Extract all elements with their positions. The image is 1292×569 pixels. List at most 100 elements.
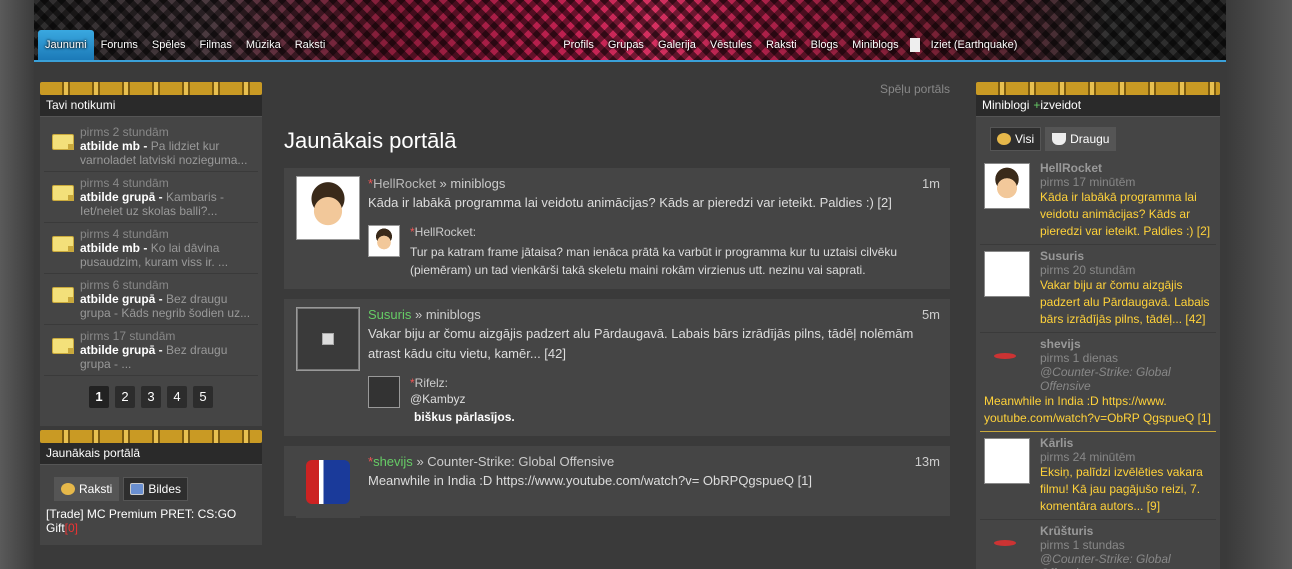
miniblogs-header: Miniblogi +izveidot: [976, 95, 1220, 117]
miniblog-author[interactable]: Susuris: [1040, 249, 1212, 263]
all-icon: [997, 133, 1011, 145]
tab-raksti[interactable]: Raksti: [54, 477, 120, 501]
page-wrapper: Jaunumi Forums Spēles Filmas Mūzika Raks…: [34, 0, 1226, 569]
post-text[interactable]: Meanwhile in India :D https://www.youtub…: [368, 471, 940, 491]
feed-post: Susuris » miniblogs 5m Vakar biju ar čomu…: [284, 299, 950, 436]
post-text[interactable]: Kāda ir labākā programma lai veidotu ani…: [368, 193, 940, 213]
notification-type[interactable]: atbilde grupā -: [80, 343, 163, 357]
miniblog-game[interactable]: @Counter-Strike: Global Offensive: [1040, 365, 1212, 393]
page-2[interactable]: 2: [115, 386, 135, 408]
avatar[interactable]: [984, 163, 1030, 209]
page-3[interactable]: 3: [141, 386, 161, 408]
avatar[interactable]: [984, 251, 1030, 297]
nav-item-raksti-2[interactable]: Raksti: [759, 30, 804, 60]
page-title: Jaunākais portālā: [284, 128, 457, 153]
notification-item[interactable]: pirms 2 stundām atbilde mb - Pa lidziet k…: [44, 121, 258, 172]
miniblog-text[interactable]: Meanwhile in India :D https://www. youtu…: [984, 393, 1212, 427]
miniblog-author[interactable]: HellRocket: [1040, 161, 1212, 175]
miniblogs-list: Visi Draugu HellRocket pirms 17 minūtēm K…: [976, 117, 1220, 569]
reply-text: @Kambyz: [410, 392, 466, 406]
miniblog-time: pirms 20 stundām: [1040, 263, 1136, 277]
nav-item-raksti[interactable]: Raksti: [288, 30, 333, 60]
tab-bildes[interactable]: Bildes: [123, 477, 189, 501]
post-text[interactable]: Vakar biju ar čomu aizgājis padzert alu …: [368, 324, 940, 364]
post-reply: *Rifelz: @Kambyz biškus pārlasījos.: [368, 376, 940, 426]
reply-author[interactable]: HellRocket:: [415, 225, 476, 239]
notification-type[interactable]: atbilde grupā -: [80, 292, 163, 306]
nav-item-jaunumi[interactable]: Jaunumi: [38, 30, 94, 60]
nav-item-logout[interactable]: Iziet (Earthquake): [924, 30, 1025, 60]
miniblog-item[interactable]: Susuris pirms 20 stundām Vakar biju ar čo…: [980, 245, 1216, 333]
post-author[interactable]: HellRocket: [373, 176, 436, 191]
notification-item[interactable]: pirms 6 stundām atbilde grupā - Bez draug…: [44, 274, 258, 325]
nav-item-filmas[interactable]: Filmas: [193, 30, 239, 60]
post-author[interactable]: Susuris: [368, 307, 411, 322]
reply-text: Tur pa katram frame jātaisa? man ienāca …: [410, 245, 898, 277]
nav-item-vestules[interactable]: Vēstules: [703, 30, 759, 60]
nav-item-blogs[interactable]: Blogs: [804, 30, 846, 60]
breadcrumb[interactable]: Spēļu portāls: [284, 82, 950, 98]
reply-avatar[interactable]: [368, 376, 400, 408]
feed-post: *shevijs » Counter-Strike: Global Offens…: [284, 446, 950, 518]
tab-draugu[interactable]: Draugu: [1045, 127, 1117, 151]
notification-type[interactable]: atbilde grupā -: [80, 190, 163, 204]
miniblog-item[interactable]: Krūšturis pirms 1 stundas @Counter-Strike:…: [980, 520, 1216, 569]
separator: »: [414, 307, 423, 322]
miniblog-time: pirms 1 dienas: [1040, 351, 1119, 365]
miniblog-author[interactable]: Kārlis: [1040, 436, 1212, 450]
avatar[interactable]: [296, 454, 360, 518]
notifications-title: Tavi notikumi: [40, 95, 262, 117]
miniblog-author[interactable]: Krūšturis: [1040, 524, 1212, 538]
avatar[interactable]: [296, 307, 360, 371]
nav-item-miniblogs[interactable]: Miniblogs: [845, 30, 905, 60]
nav-item-galerija[interactable]: Galerija: [651, 30, 703, 60]
nav-item-grupas[interactable]: Grupas: [601, 30, 651, 60]
notification-item[interactable]: pirms 4 stundām atbilde mb - Ko lai dāvin…: [44, 223, 258, 274]
miniblog-item[interactable]: shevijs pirms 1 dienas @Counter-Strike: Gl…: [980, 333, 1216, 432]
reply-avatar[interactable]: [368, 225, 400, 257]
miniblog-text[interactable]: Eksiņ, palīdzi izvēlēties vakara filmu! …: [1040, 464, 1212, 515]
post-category[interactable]: miniblogs: [450, 176, 505, 191]
page-5[interactable]: 5: [193, 386, 213, 408]
tab-label: Draugu: [1070, 132, 1110, 146]
post-age: 5m: [921, 307, 940, 322]
miniblog-author[interactable]: shevijs: [1040, 337, 1212, 351]
portal-title: Jaunākais portālā: [40, 443, 262, 465]
notification-item[interactable]: pirms 17 stundām atbilde grupā - Bez drau…: [44, 325, 258, 376]
decorative-border: [40, 82, 262, 95]
miniblog-text[interactable]: Vakar biju ar čomu aizgājis padzert alu …: [1040, 277, 1212, 328]
create-link[interactable]: izveidot: [1040, 98, 1081, 112]
header-banner: Jaunumi Forums Spēles Filmas Mūzika Raks…: [34, 0, 1226, 62]
miniblog-text[interactable]: Kāda ir labākā programma lai veidotu ani…: [1040, 189, 1212, 240]
miniblog-item[interactable]: Kārlis pirms 24 minūtēm Eksiņ, palīdzi iz…: [980, 432, 1216, 520]
tab-label: Raksti: [79, 482, 113, 496]
post-author[interactable]: shevijs: [373, 454, 413, 469]
miniblog-time: pirms 1 stundas: [1040, 538, 1125, 552]
page-4[interactable]: 4: [167, 386, 187, 408]
nav-item-muzika[interactable]: Mūzika: [239, 30, 288, 60]
notification-type[interactable]: atbilde mb -: [80, 139, 147, 153]
page-1[interactable]: 1: [89, 386, 109, 408]
miniblog-game[interactable]: @Counter-Strike: Global Offensive: [1040, 552, 1212, 569]
post-category[interactable]: Counter-Strike: Global Offensive: [427, 454, 614, 469]
avatar[interactable]: [296, 176, 360, 240]
tab-visi[interactable]: Visi: [990, 127, 1042, 151]
left-sidebar: Tavi notikumi pirms 2 stundām atbilde mb …: [40, 82, 262, 545]
miniblog-tabs: Visi Draugu: [980, 121, 1216, 157]
avatar[interactable]: [984, 438, 1030, 484]
portal-link[interactable]: [Trade] MC Premium PRET: CS:GO Gift[0]: [44, 505, 258, 537]
notification-type[interactable]: atbilde mb -: [80, 241, 147, 255]
notification-item[interactable]: pirms 4 stundām atbilde grupā - Kambaris …: [44, 172, 258, 223]
articles-icon: [61, 483, 75, 495]
post-category[interactable]: miniblogs: [426, 307, 481, 322]
pagination: 1 2 3 4 5: [44, 376, 258, 422]
miniblog-item[interactable]: HellRocket pirms 17 minūtēm Kāda ir labāk…: [980, 157, 1216, 245]
nav-item-speles[interactable]: Spēles: [145, 30, 193, 60]
nav-item-forums[interactable]: Forums: [94, 30, 145, 60]
separator: »: [416, 454, 424, 469]
reply-author[interactable]: Rifelz:: [415, 376, 448, 390]
nav-item-profils[interactable]: Profils: [556, 30, 601, 60]
decorative-border: [976, 82, 1220, 95]
main-nav: Jaunumi Forums Spēles Filmas Mūzika Raks…: [38, 30, 1024, 60]
cup-icon: [1052, 133, 1067, 145]
